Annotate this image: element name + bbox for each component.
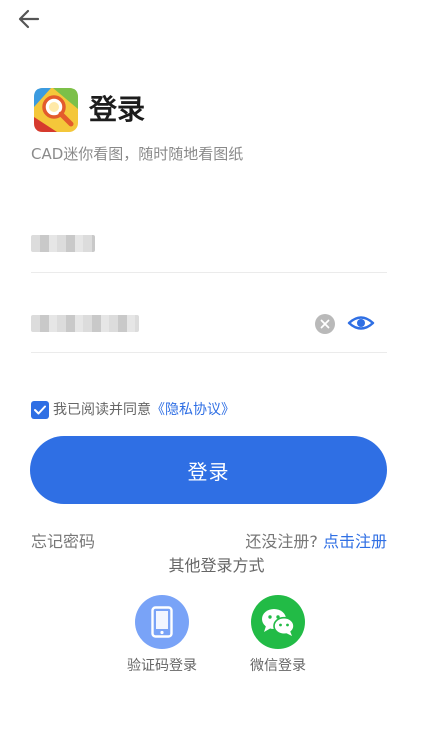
arrow-left-icon (18, 9, 40, 29)
sms-code-login-button[interactable]: 验证码登录 (107, 595, 217, 675)
password-value-obscured (31, 315, 139, 332)
register-link[interactable]: 点击注册 (323, 532, 387, 551)
wechat-login-label: 微信登录 (250, 658, 306, 674)
wechat-icon (262, 609, 295, 636)
username-value-obscured (31, 235, 95, 252)
app-slogan: CAD迷你看图，随时随地看图纸 (31, 145, 244, 163)
cad-magnifier-logo-icon (34, 88, 78, 132)
agreement-text: 我已阅读并同意 (53, 402, 151, 418)
clear-password-button[interactable] (315, 314, 335, 334)
register-row: 还没注册? 点击注册 (245, 531, 387, 553)
other-login-title: 其他登录方式 (168, 556, 265, 575)
clear-circle-icon (320, 319, 330, 329)
privacy-policy-link[interactable]: 《隐私协议》 (151, 400, 235, 420)
page-title: 登录 (89, 93, 146, 126)
privacy-agreement-row: 我已阅读并同意 《隐私协议》 (31, 400, 235, 420)
sms-login-label: 验证码登录 (127, 658, 197, 674)
eye-icon (347, 316, 375, 330)
app-logo (33, 87, 79, 133)
checkmark-icon (34, 405, 46, 415)
forgot-password-link[interactable]: 忘记密码 (31, 531, 95, 553)
back-button[interactable] (14, 6, 44, 32)
password-field[interactable] (31, 296, 387, 353)
sms-login-circle (135, 595, 189, 649)
login-button[interactable]: 登录 (30, 436, 387, 504)
wechat-login-circle (251, 595, 305, 649)
toggle-password-visibility-button[interactable] (347, 312, 375, 334)
agreement-checkbox[interactable] (31, 401, 49, 419)
no-account-text: 还没注册? (245, 532, 318, 551)
username-field[interactable] (31, 216, 387, 273)
wechat-login-button[interactable]: 微信登录 (223, 595, 333, 675)
phone-icon (151, 606, 173, 638)
